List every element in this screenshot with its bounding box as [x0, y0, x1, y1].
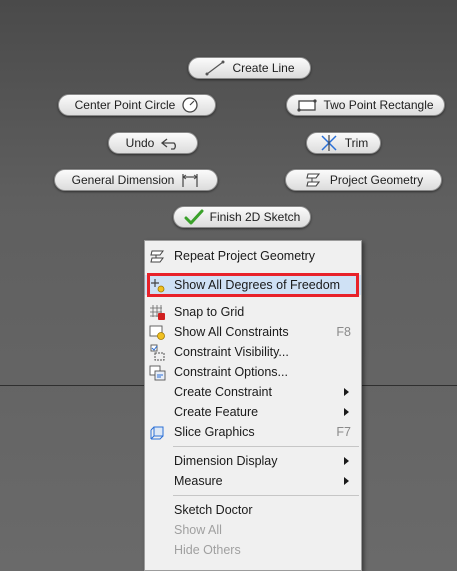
menu-item-label: Show All Degrees of Freedom: [174, 278, 341, 292]
undo-arrow-icon: [161, 138, 177, 150]
menu-item-measure[interactable]: Measure: [145, 471, 361, 491]
menu-item-create-constraint[interactable]: Create Constraint: [145, 382, 361, 402]
two-point-rectangle-label: Two Point Rectangle: [323, 98, 434, 112]
project-geometry-icon: [150, 250, 164, 263]
project-geometry-label: Project Geometry: [329, 173, 424, 187]
menu-item-shortcut: F7: [336, 425, 351, 439]
checkmark-icon: [184, 209, 204, 225]
menu-item-label: Create Constraint: [174, 385, 272, 399]
submenu-arrow-icon: [344, 388, 349, 396]
menu-item-show-all-constraints[interactable]: Show All Constraints F8: [145, 322, 361, 342]
constraint-visibility-icon: [150, 344, 165, 361]
rectangle-icon: [297, 99, 318, 112]
constraint-options-icon: [149, 365, 166, 381]
center-point-circle-label: Center Point Circle: [74, 98, 176, 112]
two-point-rectangle-button[interactable]: Two Point Rectangle: [286, 94, 445, 116]
menu-item-snap-to-grid[interactable]: Snap to Grid: [145, 302, 361, 322]
menu-item-label: Hide Others: [174, 543, 241, 557]
menu-item-dimension-display[interactable]: Dimension Display: [145, 451, 361, 471]
menu-item-repeat-project-geometry[interactable]: Repeat Project Geometry: [145, 246, 361, 266]
menu-item-label: Show All: [174, 523, 222, 537]
submenu-arrow-icon: [344, 408, 349, 416]
menu-item-label: Snap to Grid: [174, 305, 245, 319]
menu-item-label: Create Feature: [174, 405, 259, 419]
slice-graphics-icon: [150, 426, 164, 440]
menu-item-label: Measure: [174, 474, 223, 488]
menu-item-show-all-degrees-of-freedom[interactable]: Show All Degrees of Freedom: [145, 275, 361, 295]
menu-item-hide-others[interactable]: Hide Others: [145, 540, 361, 560]
degrees-of-freedom-icon: [151, 279, 165, 293]
menu-item-sketch-doctor[interactable]: Sketch Doctor: [145, 500, 361, 520]
menu-separator: [173, 446, 359, 447]
context-menu: Repeat Project Geometry Show All Degrees…: [144, 240, 362, 571]
menu-item-constraint-options[interactable]: Constraint Options...: [145, 362, 361, 382]
menu-separator: [173, 495, 359, 496]
trim-label: Trim: [344, 136, 369, 150]
finish-2d-sketch-button[interactable]: Finish 2D Sketch: [173, 206, 311, 228]
line-icon: [205, 60, 225, 76]
menu-item-label: Show All Constraints: [174, 325, 289, 339]
project-geometry-icon: [306, 173, 320, 187]
general-dimension-button[interactable]: General Dimension: [54, 169, 218, 191]
trim-button[interactable]: Trim: [306, 132, 381, 154]
trim-icon: [321, 135, 337, 151]
undo-label: Undo: [125, 136, 155, 150]
submenu-arrow-icon: [344, 457, 349, 465]
project-geometry-button[interactable]: Project Geometry: [285, 169, 442, 191]
circle-icon: [182, 97, 199, 113]
menu-item-label: Slice Graphics: [174, 425, 255, 439]
finish-2d-sketch-label: Finish 2D Sketch: [209, 210, 301, 224]
menu-item-label: Constraint Options...: [174, 365, 288, 379]
menu-item-create-feature[interactable]: Create Feature: [145, 402, 361, 422]
center-point-circle-button[interactable]: Center Point Circle: [58, 94, 216, 116]
snap-grid-icon: [150, 305, 165, 320]
create-line-label: Create Line: [232, 61, 295, 75]
general-dimension-label: General Dimension: [71, 173, 175, 187]
dimension-icon: [182, 174, 198, 187]
menu-item-label: Constraint Visibility...: [174, 345, 289, 359]
menu-item-label: Repeat Project Geometry: [174, 249, 316, 263]
menu-item-constraint-visibility[interactable]: Constraint Visibility...: [145, 342, 361, 362]
menu-item-label: Dimension Display: [174, 454, 278, 468]
menu-item-label: Sketch Doctor: [174, 503, 253, 517]
submenu-arrow-icon: [344, 477, 349, 485]
undo-button[interactable]: Undo: [108, 132, 198, 154]
menu-item-shortcut: F8: [336, 325, 351, 339]
show-constraints-icon: [149, 325, 165, 340]
create-line-button[interactable]: Create Line: [188, 57, 311, 79]
menu-item-show-all[interactable]: Show All: [145, 520, 361, 540]
menu-item-slice-graphics[interactable]: Slice Graphics F7: [145, 422, 361, 442]
